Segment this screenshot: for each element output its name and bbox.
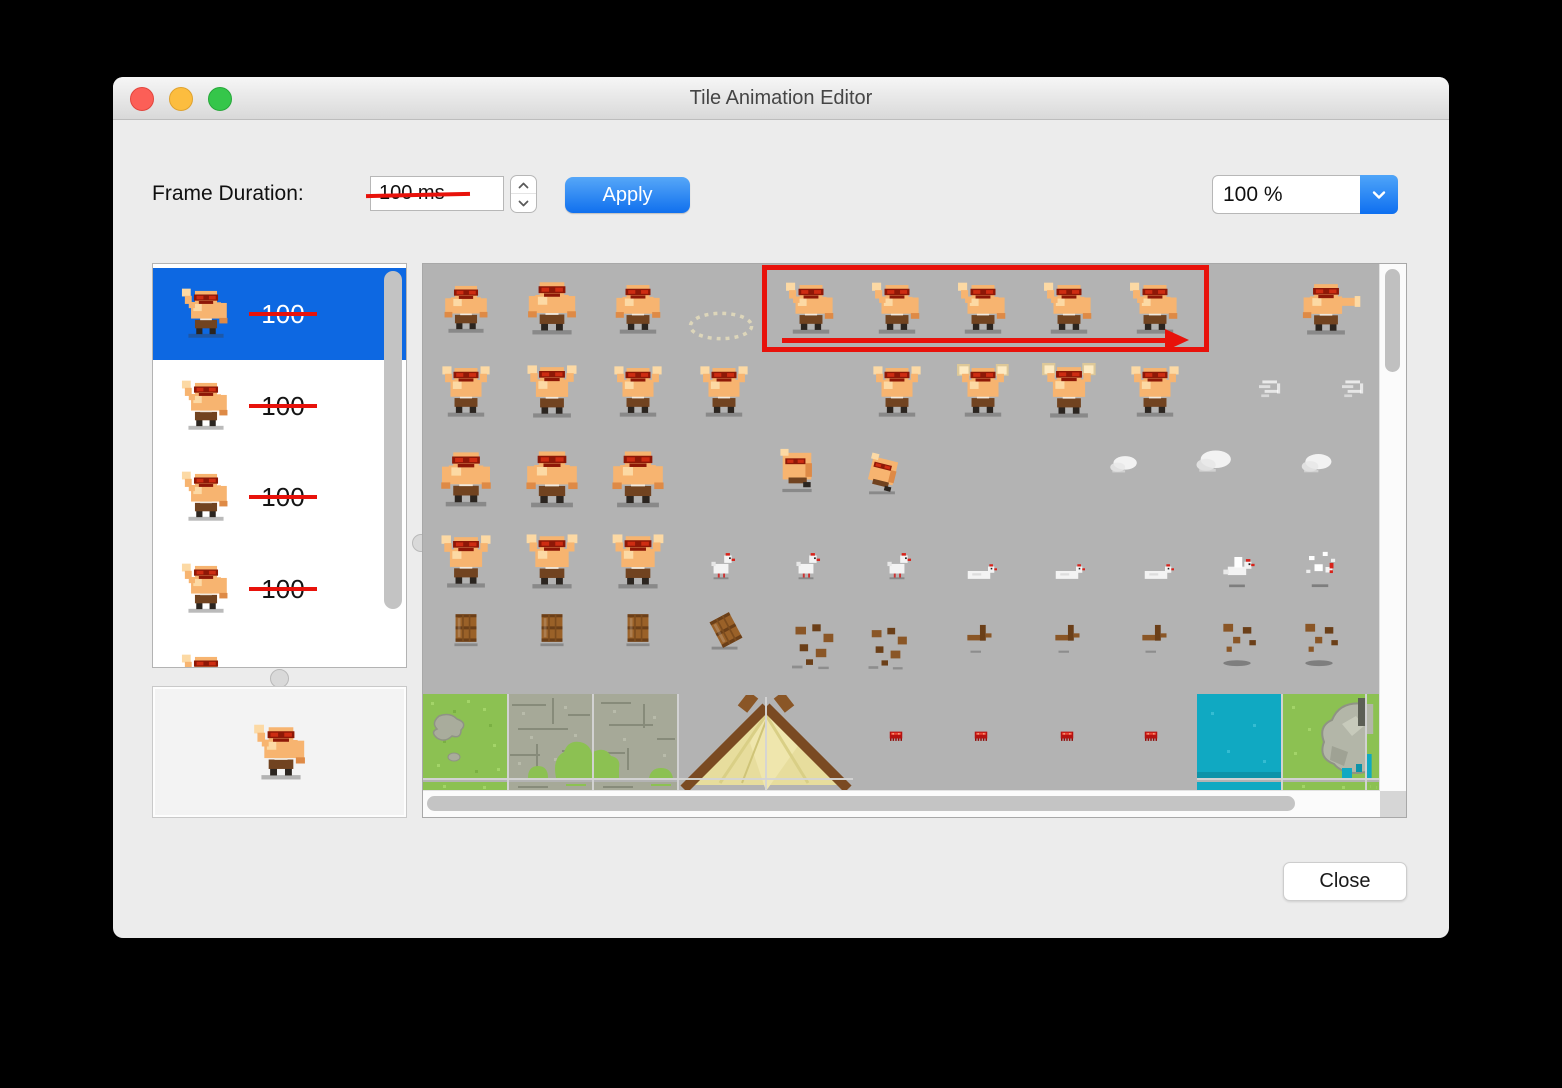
annotation-strikethrough: [249, 403, 317, 408]
ogre-arms-up-sprite[interactable]: [524, 364, 580, 425]
frame-sprite: [180, 563, 232, 620]
grid-line: [507, 694, 509, 791]
wood-debris-sprite[interactable]: [862, 622, 914, 679]
frame-list-item[interactable]: 100: [153, 360, 406, 452]
frame-sprite: [180, 654, 232, 667]
chicken-stand-sprite[interactable]: [704, 548, 738, 587]
grid-line: [423, 778, 853, 780]
smoke-puff-sprite[interactable]: [1191, 440, 1235, 489]
annotation-arrow-line: [782, 338, 1167, 343]
window-title: Tile Animation Editor: [689, 87, 873, 109]
frame-duration-label: Frame Duration:: [152, 182, 304, 205]
close-button[interactable]: Close: [1283, 862, 1407, 901]
wood-plank-sprite[interactable]: [960, 616, 1002, 663]
tile-animation-editor-window: Tile Animation Editor Frame Duration: 10…: [113, 77, 1449, 938]
debris-fly-sprite[interactable]: [1293, 618, 1345, 675]
chicken-lying-sprite[interactable]: [961, 553, 997, 594]
frame-list-item[interactable]: 100: [153, 543, 406, 635]
barrel-sprite[interactable]: [616, 606, 660, 655]
tile-stone-grass-b[interactable]: [593, 694, 677, 783]
smoke-puff-sprite[interactable]: [1106, 448, 1140, 487]
frame-list-item[interactable]: 100: [153, 268, 406, 360]
smoke-puff-sprite[interactable]: [1297, 445, 1335, 488]
grid-line: [592, 694, 594, 791]
ogre-arms-up-sprite[interactable]: [1128, 365, 1182, 424]
ogre-big-sprite[interactable]: [436, 449, 496, 514]
scrollbar-corner: [1380, 791, 1406, 817]
frame-sprite: [180, 471, 232, 528]
ghost-dash-sprite[interactable]: [1333, 371, 1369, 412]
annotation-strikethrough: [249, 586, 317, 591]
apply-button[interactable]: Apply: [565, 177, 690, 213]
annotation-strikethrough: [249, 495, 317, 499]
zoom-select[interactable]: 100 %: [1212, 175, 1398, 214]
chicken-fly-sprite[interactable]: [1216, 547, 1258, 594]
ogre-arms-up-sprite[interactable]: [697, 365, 751, 424]
tile-grass-rock[interactable]: [1282, 694, 1367, 783]
tile-grass[interactable]: [423, 694, 507, 783]
chevron-down-icon[interactable]: [1360, 175, 1398, 214]
ogre-arms-up-sprite[interactable]: [609, 533, 667, 596]
annotation-strikethrough: [249, 312, 317, 316]
ogre-stand-sprite[interactable]: [611, 282, 665, 341]
ogre-stand-sprite[interactable]: [523, 279, 581, 342]
animation-preview-pane: [152, 686, 407, 818]
wood-plank-sprite[interactable]: [1135, 616, 1177, 663]
tileset-view[interactable]: [422, 263, 1407, 818]
ogre-glow-sprite[interactable]: [1041, 362, 1097, 425]
zoom-value: 100 %: [1223, 183, 1283, 206]
ogre-jump-sprite[interactable]: [771, 445, 823, 502]
frame-sprite: [180, 288, 232, 345]
frame-duration-stepper[interactable]: [510, 175, 537, 213]
ogre-arms-up-sprite[interactable]: [523, 533, 581, 596]
grid-line: [1197, 778, 1380, 780]
barrel-tilt-sprite[interactable]: [703, 607, 749, 658]
wood-plank-sprite[interactable]: [1048, 616, 1090, 663]
select-ellipse-sprite[interactable]: [686, 291, 756, 366]
chicken-stand-sprite[interactable]: [880, 548, 914, 587]
ghost-dash-sprite[interactable]: [1250, 371, 1286, 412]
debris-fly-sprite[interactable]: [1211, 618, 1263, 675]
chicken-lying-sprite[interactable]: [1049, 553, 1085, 594]
crab-sprite[interactable]: [1141, 726, 1161, 751]
chicken-stand-sprite[interactable]: [789, 548, 823, 587]
crab-sprite[interactable]: [886, 726, 906, 751]
chicken-burst-sprite[interactable]: [1298, 545, 1342, 594]
ogre-glow-sprite[interactable]: [956, 363, 1010, 424]
frame-list-item[interactable]: 100: [153, 451, 406, 543]
ogre-punch-sprite[interactable]: [1298, 281, 1361, 342]
grid-line: [765, 697, 767, 791]
tileset-vertical-scrollbar[interactable]: [1379, 264, 1406, 791]
frame-list-item[interactable]: [153, 634, 406, 667]
chicken-lying-sprite[interactable]: [1138, 553, 1174, 594]
preview-sprite: [252, 724, 310, 787]
ogre-big-sprite[interactable]: [607, 448, 669, 515]
annotation-arrow-head: [1165, 329, 1189, 351]
ogre-arms-up-sprite[interactable]: [870, 365, 924, 424]
barrel-sprite[interactable]: [530, 606, 574, 655]
tileset-content[interactable]: [423, 264, 1380, 791]
titlebar[interactable]: Tile Animation Editor: [113, 77, 1449, 120]
frame-sprite: [180, 380, 232, 437]
ogre-arms-up-sprite[interactable]: [611, 365, 665, 424]
ogre-jump2-sprite[interactable]: [859, 452, 905, 503]
crab-sprite[interactable]: [971, 726, 991, 751]
barrel-sprite[interactable]: [444, 606, 488, 655]
grid-line: [1365, 694, 1367, 791]
grid-line: [1281, 694, 1283, 791]
frame-list[interactable]: 100 100 100 100: [152, 263, 407, 668]
frame-list-scrollbar[interactable]: [384, 271, 402, 609]
crab-sprite[interactable]: [1057, 726, 1077, 751]
stepper-up-icon[interactable]: [511, 176, 536, 194]
grid-line: [677, 694, 679, 791]
wood-debris-sprite[interactable]: [785, 618, 841, 679]
tileset-horizontal-scrollbar[interactable]: [423, 790, 1380, 817]
tile-water[interactable]: [1197, 694, 1281, 783]
ogre-arms-up-sprite[interactable]: [438, 534, 494, 595]
ogre-stand-sprite[interactable]: [440, 283, 492, 340]
ogre-big-sprite[interactable]: [521, 448, 583, 515]
ogre-arms-up-sprite[interactable]: [439, 365, 493, 424]
tile-stone-grass[interactable]: [508, 694, 592, 783]
stepper-down-icon[interactable]: [511, 193, 536, 212]
